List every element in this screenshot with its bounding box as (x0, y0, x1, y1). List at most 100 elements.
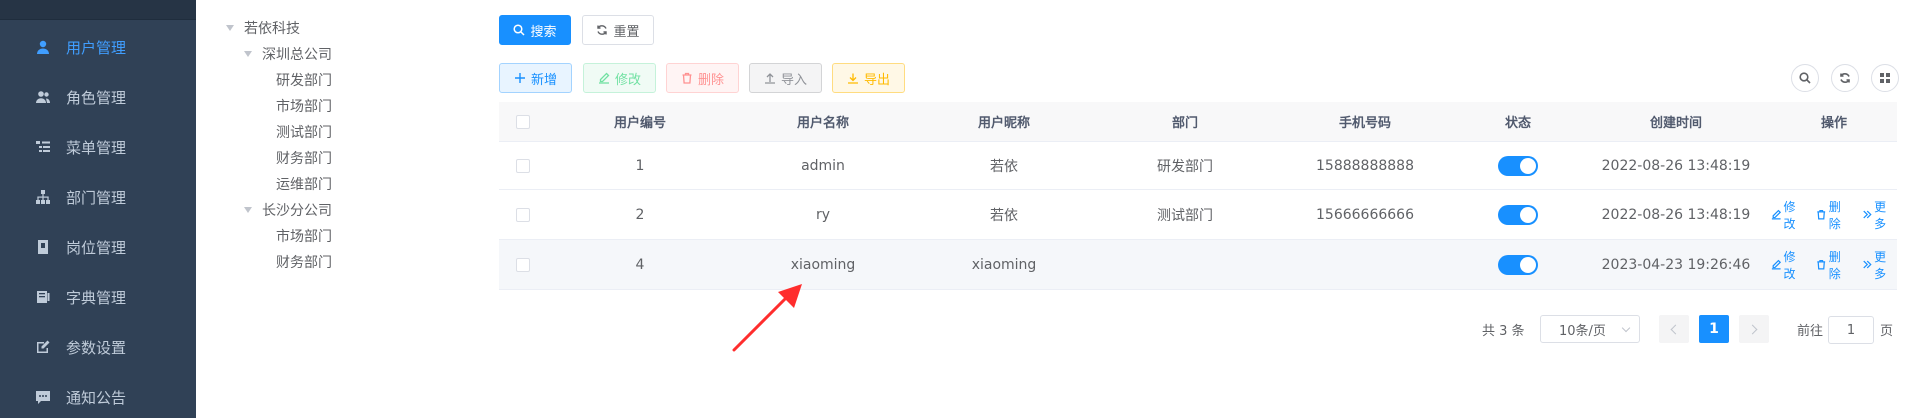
goto-page-input[interactable] (1828, 316, 1874, 344)
toggle-search-button[interactable] (1791, 64, 1819, 92)
nickname-cell: 若依 (990, 207, 1018, 224)
chevron-right-icon (1747, 324, 1758, 334)
row-checkbox[interactable] (516, 257, 530, 272)
row-more-link[interactable]: 更多 (1862, 198, 1897, 232)
next-page-button[interactable] (1739, 315, 1769, 343)
sidebar-item-label: 菜单管理 (66, 138, 127, 157)
sidebar-top-strip (0, 0, 196, 20)
page-size-select[interactable]: 10条/页 (1540, 315, 1640, 343)
export-button[interactable]: 导出 (832, 63, 905, 93)
search-icon (513, 24, 526, 36)
nickname-cell: 若依 (990, 158, 1018, 175)
username-cell: admin (801, 157, 845, 174)
reset-button[interactable]: 重置 (582, 15, 654, 45)
select-all-cell (499, 102, 547, 141)
sidebar-item-menu-management[interactable]: 菜单管理 (0, 122, 196, 172)
dept-cell: 测试部门 (1157, 207, 1213, 224)
goto-prefix: 前往 (1797, 323, 1824, 339)
actions-cell (1771, 142, 1897, 189)
sidebar-item-dept-management[interactable]: 部门管理 (0, 172, 196, 222)
sidebar: 用户管理 角色管理 菜单管理 部门管理 岗位管理 字典管理 参数设置 通知公告 (0, 0, 196, 418)
refresh-icon (597, 25, 608, 35)
delete-button[interactable]: 删除 (666, 63, 739, 93)
actions-cell: 修改 删除 更多 (1771, 240, 1897, 289)
sidebar-item-config[interactable]: 参数设置 (0, 322, 196, 372)
row-edit-link[interactable]: 修改 (1771, 248, 1806, 282)
edit-icon (1771, 259, 1782, 270)
edit-button[interactable]: 修改 (583, 63, 656, 93)
edit-icon (598, 72, 610, 84)
search-button[interactable]: 搜索 (499, 15, 571, 45)
row-more-link[interactable]: 更多 (1862, 248, 1897, 282)
tree-node-leaf[interactable]: 市场部门 (276, 224, 332, 248)
trash-icon (682, 72, 692, 84)
edit-icon (1771, 209, 1782, 220)
status-switch[interactable] (1498, 254, 1538, 275)
sidebar-item-role-management[interactable]: 角色管理 (0, 72, 196, 122)
user-icon (34, 38, 52, 56)
tree-node-leaf[interactable]: 研发部门 (276, 68, 332, 92)
double-arrow-right-icon (1862, 260, 1872, 269)
phone-cell: 15666666666 (1316, 206, 1414, 223)
actions-cell: 修改 删除 更多 (1771, 190, 1897, 239)
dict-icon (34, 288, 52, 306)
caret-down-icon[interactable] (226, 25, 234, 31)
status-switch[interactable] (1498, 155, 1538, 176)
created-time-cell: 2022-08-26 13:48:19 (1601, 157, 1751, 174)
tree-node-leaf[interactable]: 财务部门 (276, 146, 332, 170)
caret-down-icon[interactable] (244, 51, 252, 57)
tree-node-leaf[interactable]: 测试部门 (276, 120, 332, 144)
user-id-cell: 2 (635, 206, 645, 223)
trash-icon (1817, 259, 1826, 270)
row-checkbox[interactable] (516, 207, 530, 222)
add-button[interactable]: 新增 (499, 63, 572, 93)
download-icon (847, 73, 858, 84)
page-number-button[interactable]: 1 (1699, 315, 1729, 343)
import-button[interactable]: 导入 (749, 63, 822, 93)
table-header: 用户编号 用户名称 用户昵称 部门 手机号码 状态 创建时间 操作 (499, 102, 1897, 142)
chevron-down-icon (1621, 323, 1631, 333)
status-switch[interactable] (1498, 204, 1538, 225)
column-header: 用户昵称 (977, 116, 1030, 131)
double-arrow-right-icon (1862, 210, 1872, 219)
sidebar-item-notice[interactable]: 通知公告 (0, 372, 196, 418)
sidebar-item-user-management[interactable]: 用户管理 (0, 22, 196, 72)
tree-node-leaf[interactable]: 运维部门 (276, 172, 332, 196)
sidebar-item-label: 用户管理 (66, 38, 127, 57)
sidebar-item-label: 通知公告 (66, 388, 127, 407)
table-row[interactable]: 4 xiaoming xiaoming 2023-04-23 19:26:46 … (499, 240, 1897, 290)
column-header: 用户名称 (796, 116, 849, 131)
user-id-cell: 1 (635, 157, 645, 174)
caret-down-icon[interactable] (244, 207, 252, 213)
tree-node-branch[interactable]: 深圳总公司 (244, 42, 332, 66)
row-checkbox[interactable] (516, 158, 530, 173)
columns-button[interactable] (1871, 64, 1899, 92)
edit-icon (34, 338, 52, 356)
grid-icon (1880, 73, 1890, 83)
goto-suffix: 页 (1880, 323, 1894, 339)
column-header: 创建时间 (1649, 116, 1702, 131)
table-row[interactable]: 2 ry 若依 测试部门 15666666666 2022-08-26 13:4… (499, 190, 1897, 240)
search-icon (1799, 72, 1811, 84)
row-delete-link[interactable]: 删除 (1816, 248, 1851, 282)
row-edit-link[interactable]: 修改 (1771, 198, 1806, 232)
chevron-left-icon (1670, 324, 1681, 334)
sidebar-item-dict-management[interactable]: 字典管理 (0, 272, 196, 322)
prev-page-button[interactable] (1659, 315, 1689, 343)
sidebar-item-label: 参数设置 (66, 338, 127, 357)
created-time-cell: 2022-08-26 13:48:19 (1601, 206, 1751, 223)
phone-cell: 15888888888 (1316, 157, 1414, 174)
tree-node-branch[interactable]: 长沙分公司 (244, 198, 332, 222)
select-all-checkbox[interactable] (516, 114, 530, 129)
table-row[interactable]: 1 admin 若依 研发部门 15888888888 2022-08-26 1… (499, 142, 1897, 190)
tree-node-leaf[interactable]: 市场部门 (276, 94, 332, 118)
column-header: 操作 (1820, 116, 1847, 131)
sidebar-item-post-management[interactable]: 岗位管理 (0, 222, 196, 272)
refresh-button[interactable] (1831, 64, 1859, 92)
tree-node-leaf[interactable]: 财务部门 (276, 250, 332, 274)
tree-node-root[interactable]: 若依科技 (226, 16, 300, 40)
row-delete-link[interactable]: 删除 (1816, 198, 1851, 232)
column-header: 状态 (1504, 116, 1531, 131)
tree-table-icon (34, 138, 52, 156)
column-header: 手机号码 (1338, 116, 1391, 131)
